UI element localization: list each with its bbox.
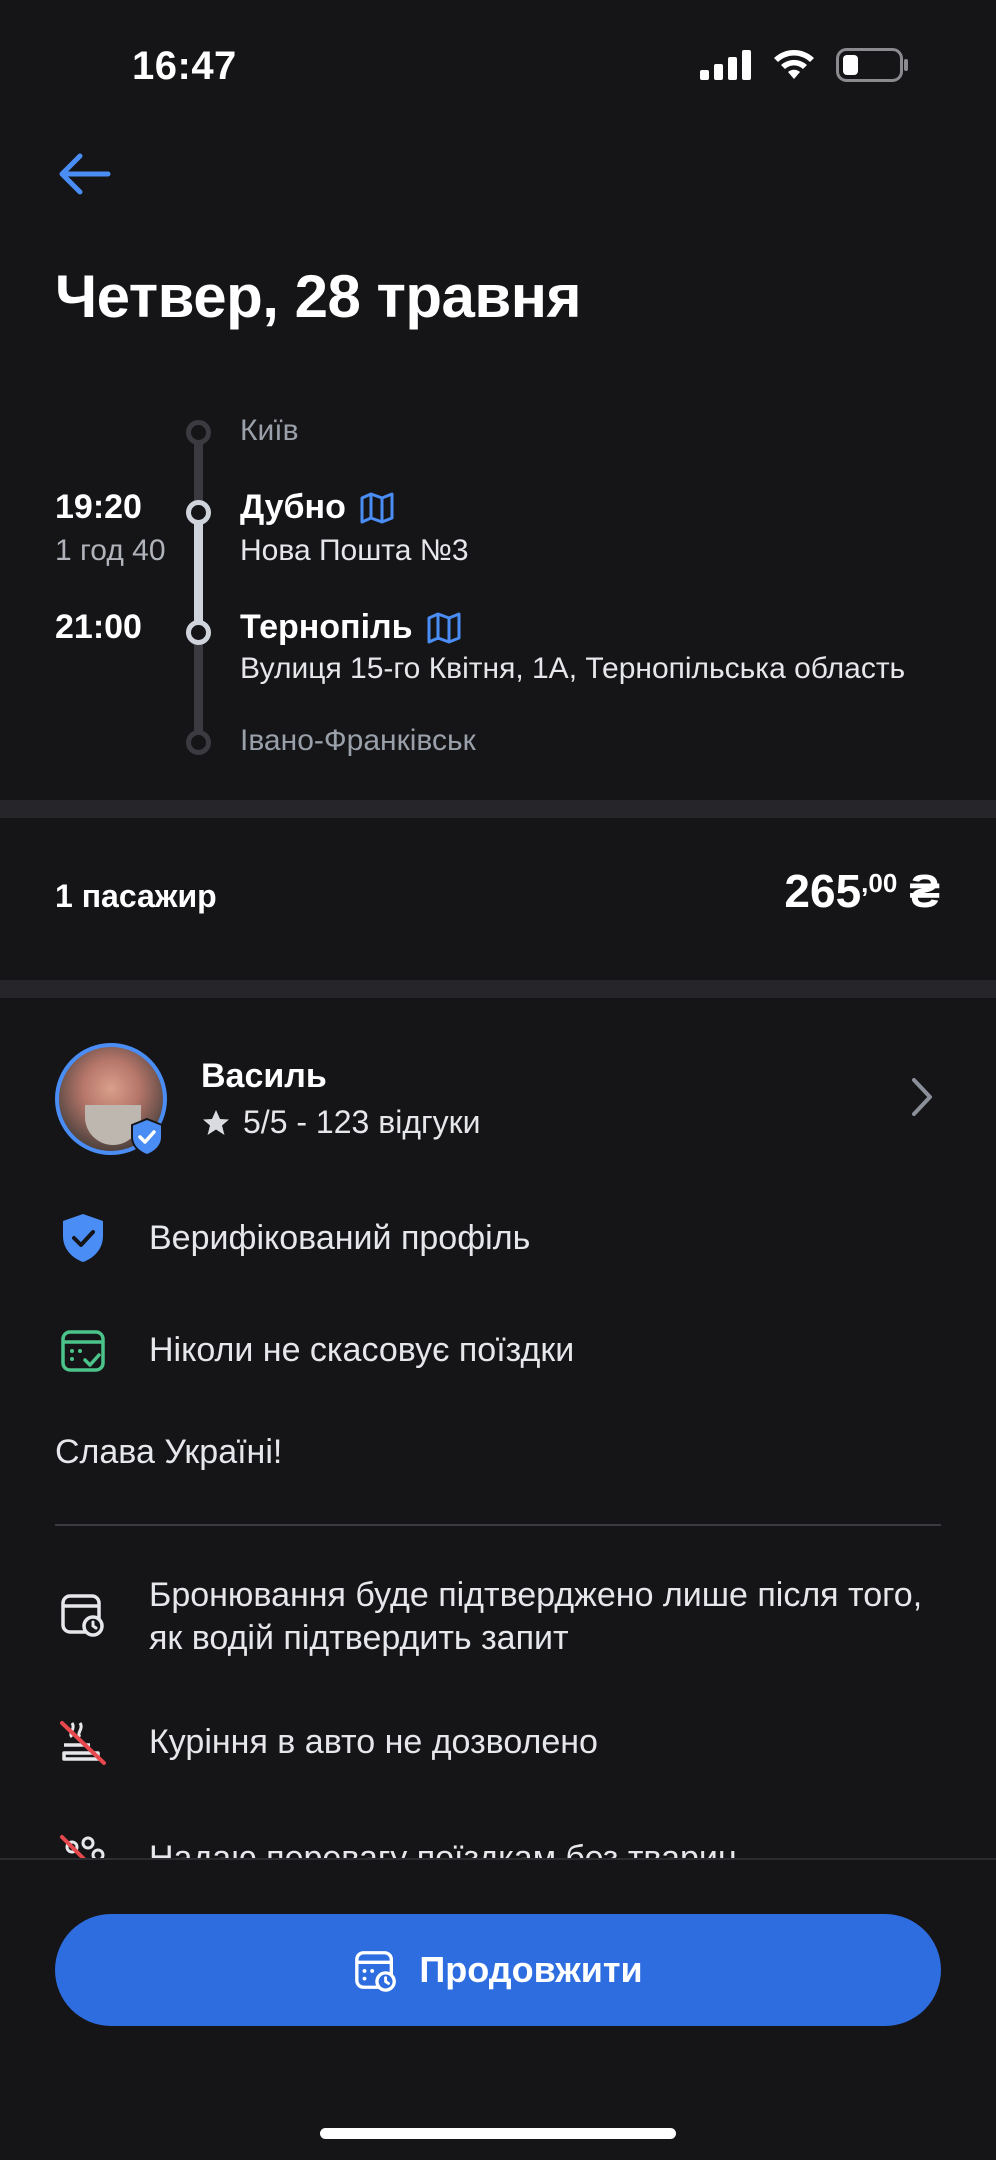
wifi-icon [774,50,814,79]
calendar-clock-icon [55,1586,111,1642]
back-button[interactable] [56,144,136,204]
battery-icon [836,48,908,82]
section-divider [0,800,996,818]
booking-confirm-text: Бронювання буде підтверджено лише після … [149,1576,923,1657]
no-smoking-item: Куріння в авто не дозволено [55,1714,945,1770]
shield-check-icon [55,1210,111,1266]
verified-badge-icon [131,1117,163,1157]
rating-text: 5/5 - 123 відгуки [243,1104,481,1140]
destination-name: Івано-Франківськ [240,724,476,757]
avatar [55,1043,167,1157]
currency: ₴ [909,865,940,917]
origin-dot [186,420,211,445]
no-smoking-text: Куріння в авто не дозволено [149,1722,598,1761]
dropoff-dot [186,620,211,645]
no-pets-item: Надаю перевагу поїздкам без тварин [55,1830,945,1858]
price-main: 265 [784,865,862,917]
no-smoking-icon [55,1714,111,1770]
home-indicator[interactable] [320,2128,676,2139]
price-cents: ,00 [861,868,898,898]
route-line-active [194,512,203,632]
status-bar: 16:47 [0,0,996,130]
continue-button[interactable]: Продовжити [55,1914,941,2026]
destination-dot [186,730,211,755]
pickup-dot [186,500,211,525]
pickup-city: Дубно [240,488,346,526]
dropoff-city: Тернопіль [240,608,413,646]
calendar-clock-icon [355,1951,397,1992]
booking-confirm-item: Бронювання буде підтверджено лише після … [55,1574,945,1660]
status-time: 16:47 [132,44,237,88]
never-cancels-item: Ніколи не скасовує поїздки [55,1322,945,1378]
dropoff-stop[interactable]: Тернопіль [240,608,461,647]
calendar-check-icon [55,1322,111,1378]
divider [55,1524,941,1526]
pickup-stop[interactable]: Дубно [240,488,394,527]
driver-name: Василь [201,1057,327,1095]
passenger-count: 1 пасажир [55,878,217,914]
driver-info: Василь 5/5 - 123 відгуки [201,1057,481,1141]
scroll-clip: Надаю перевагу поїздкам без тварин [0,1820,996,1858]
continue-label: Продовжити [419,1949,643,1990]
chevron-right-icon [912,1078,932,1116]
dropoff-time: 21:00 [55,608,142,646]
verified-profile-text: Верифікований профіль [149,1218,531,1257]
origin-name: Київ [240,414,299,447]
never-cancels-text: Ніколи не скасовує поїздки [149,1330,575,1369]
driver-profile-row[interactable]: Василь 5/5 - 123 відгуки [55,1042,945,1157]
route-line-after [194,632,203,742]
driver-bio: Слава Україні! [55,1433,283,1471]
pickup-time: 19:20 [55,488,142,526]
section-divider [0,980,996,998]
verified-profile-item: Верифікований профіль [55,1210,945,1266]
no-pets-icon [55,1830,111,1858]
page-title: Четвер, 28 травня [55,263,582,330]
no-pets-text: Надаю перевагу поїздкам без тварин [149,1838,737,1859]
star-icon [203,1109,229,1135]
price: 265 ,00 ₴ [784,864,940,918]
dropoff-address: Вулиця 15-го Квітня, 1А, Тернопільська о… [240,652,906,685]
arrow-left-icon [59,153,111,195]
trip-duration: 1 год 40 [55,534,166,567]
status-icons [700,48,910,82]
pickup-address: Нова Пошта №3 [240,534,469,567]
map-icon[interactable] [427,612,461,644]
signal-icon [700,50,751,80]
route-timeline: Київ 19:20 1 год 40 Дубно Нова Пошта №3 … [0,400,996,780]
driver-rating: 5/5 - 123 відгуки [201,1104,481,1141]
map-icon[interactable] [360,492,394,524]
